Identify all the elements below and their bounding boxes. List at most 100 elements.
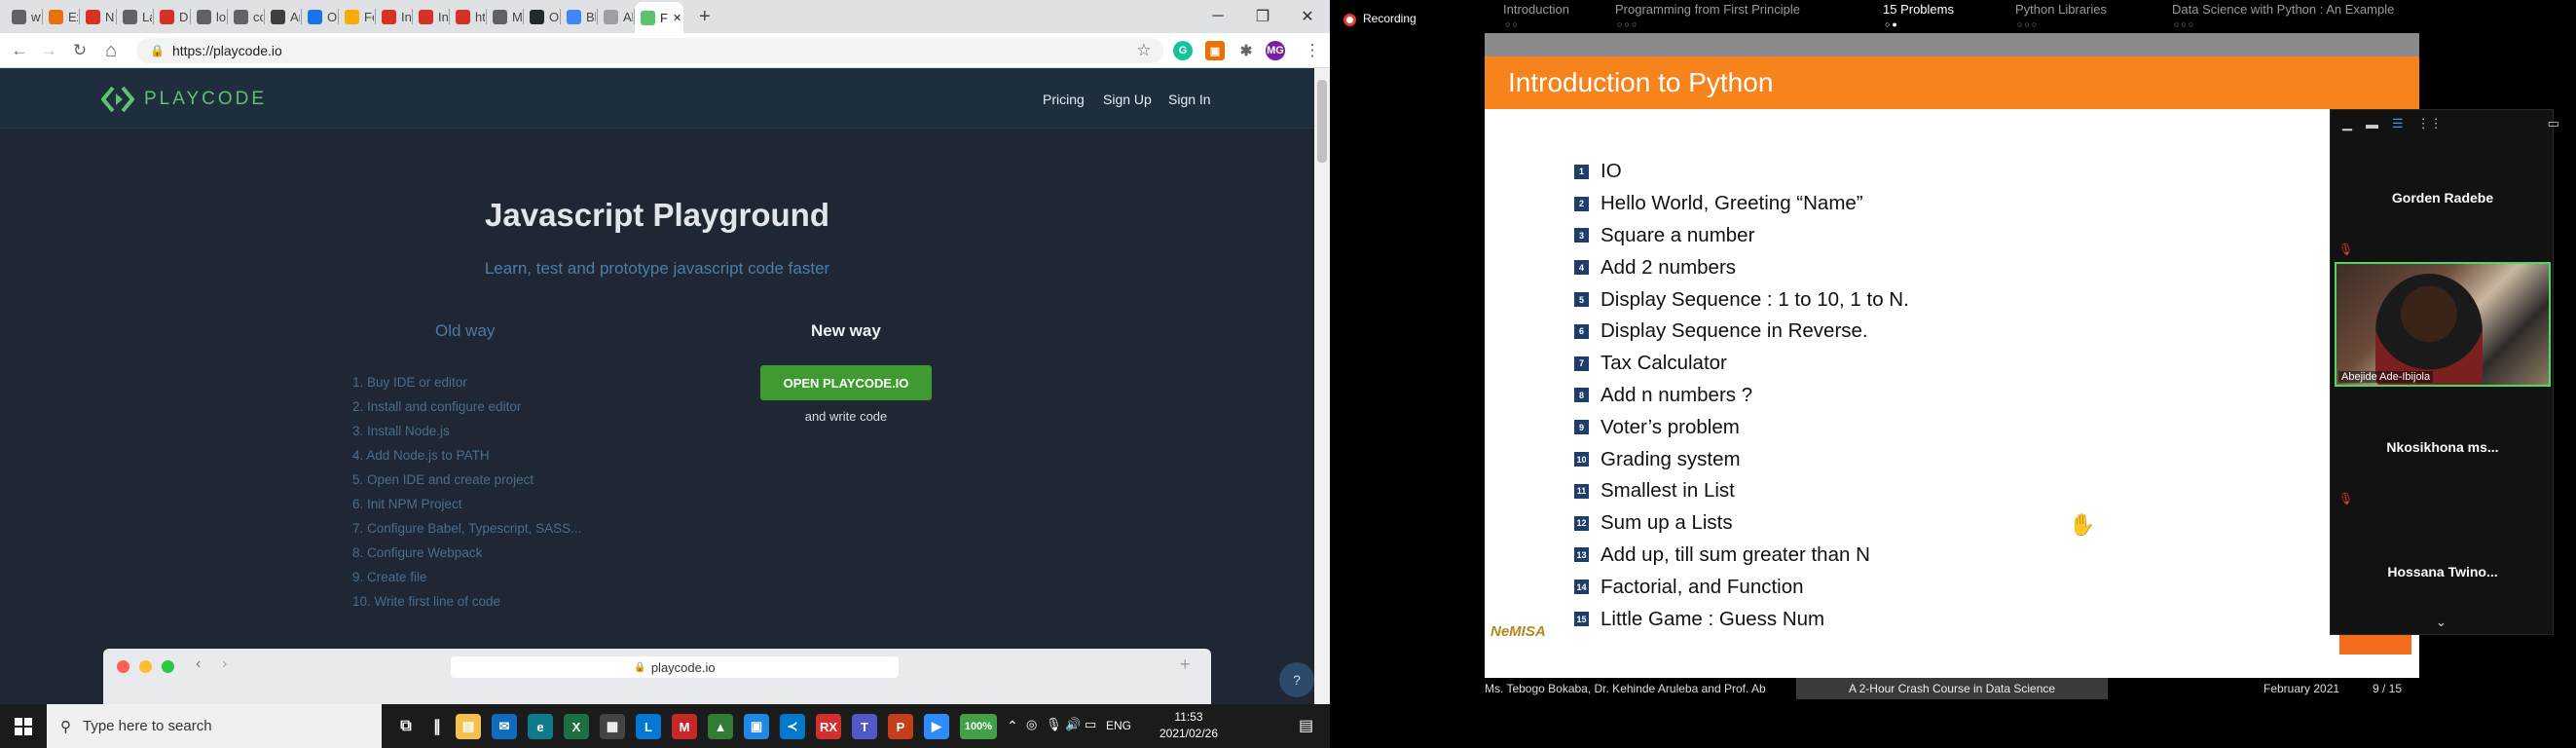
mock-close-dot — [117, 660, 129, 673]
open-playcode-button[interactable]: OPEN PLAYCODE.IO — [760, 365, 932, 400]
browser-desktop: www. Expl NEM Lau D7_ loca cod Are Ope Fou Inb Inb h… — [0, 0, 1330, 748]
tray-chevron-icon[interactable]: ⌃ — [1007, 718, 1018, 734]
microphone-icon[interactable]: 🎙 — [1046, 717, 1062, 732]
scrollbar-thumb[interactable] — [1317, 80, 1327, 163]
browser-tab[interactable]: www. — [6, 4, 41, 29]
exit-full-icon[interactable]: ▭ — [2548, 116, 2559, 131]
section-progress-dots[interactable]: ○○○ — [2017, 19, 2039, 29]
tab-favicon-icon — [234, 9, 248, 24]
profile-avatar[interactable]: MG — [1266, 41, 1285, 60]
clock-time[interactable]: 11:53 — [1155, 710, 1223, 724]
strip-view-icon[interactable]: ▬ — [2366, 117, 2378, 131]
store-icon[interactable]: ▦ — [600, 714, 625, 739]
minimize-window-button[interactable]: ─ — [1196, 0, 1240, 33]
tab-close-icon[interactable]: ✕ — [673, 12, 681, 24]
calendar-icon[interactable]: ▣ — [744, 714, 769, 739]
page-scrollbar[interactable] — [1314, 68, 1330, 704]
menu-kebab-icon[interactable]: ⋮ — [1303, 41, 1322, 60]
gallery-view-icon[interactable]: ⋮⋮ — [2417, 116, 2443, 131]
participant-name: Gorden Radebe — [2391, 190, 2494, 206]
browser-tab[interactable]: Expl — [43, 4, 78, 29]
maximize-window-button[interactable]: ❐ — [1240, 0, 1285, 33]
minimize-icon[interactable]: ▁ — [2342, 116, 2352, 131]
section-link[interactable]: Data Science with Python : An Example — [2172, 2, 2394, 17]
forward-button[interactable]: → — [39, 41, 58, 60]
nav-pricing[interactable]: Pricing — [1043, 92, 1085, 107]
network-icon[interactable]: ◎ — [1026, 717, 1037, 732]
battery-icon[interactable]: ▭ — [1085, 717, 1096, 732]
browser-tab[interactable]: Inb — [376, 4, 411, 29]
zoom-level-badge[interactable]: 100% — [960, 714, 997, 739]
problem-text: Voter’s problem — [1601, 415, 1740, 438]
bookmark-star-icon[interactable]: ☆ — [1134, 41, 1154, 60]
nemisa-logo: NeMISA — [1490, 614, 1559, 649]
gif-extension-icon[interactable]: ▣ — [1205, 41, 1225, 60]
nav-sign-in[interactable]: Sign In — [1168, 92, 1211, 107]
speaker-view-icon[interactable]: ☰ — [2392, 116, 2404, 131]
grammarly-extension-icon[interactable]: G — [1173, 41, 1193, 60]
browser-tab[interactable]: Lau — [117, 4, 152, 29]
gmail-icon[interactable]: M — [672, 714, 697, 739]
browser-tab[interactable]: cod — [228, 4, 263, 29]
new-tab-button[interactable]: + — [693, 4, 717, 29]
notifications-icon[interactable]: ▤ — [1299, 716, 1313, 735]
browser-tab[interactable]: Are — [265, 4, 300, 29]
photos-icon[interactable]: ▲ — [708, 714, 733, 739]
browser-tab[interactable]: NEM — [80, 4, 115, 29]
browser-tab[interactable]: D7_ — [154, 4, 189, 29]
scroll-down-chevron-icon[interactable]: ⌄ — [2436, 615, 2447, 630]
back-button[interactable]: ← — [10, 41, 29, 60]
problem-text: IO — [1601, 160, 1622, 183]
section-progress-dots[interactable]: ○○○ — [1617, 19, 1638, 29]
powerpoint-icon[interactable]: P — [888, 714, 913, 739]
taskbar-search[interactable]: ⚲ Type here to search — [47, 704, 382, 748]
task-view-icon[interactable]: ⧉ — [393, 714, 419, 739]
browser-tab[interactable]: Blac — [561, 4, 596, 29]
vscode-icon[interactable]: ≺ — [780, 714, 805, 739]
extensions-puzzle-icon[interactable]: ✱ — [1236, 41, 1256, 60]
start-button[interactable] — [0, 704, 47, 748]
section-progress-dots[interactable]: ○○○ — [2174, 19, 2195, 29]
browser-tab[interactable]: F ✕ — [635, 2, 683, 33]
mail-icon[interactable]: ✉ — [492, 714, 517, 739]
clock-date[interactable]: 2021/02/26 — [1155, 727, 1223, 740]
close-window-button[interactable]: ✕ — [1285, 0, 1330, 33]
section-link[interactable]: Introduction — [1503, 2, 1569, 17]
pinned-divider-icon[interactable]: ∥ — [424, 714, 450, 739]
step-item: 9. Create file — [352, 570, 427, 584]
problem-item: 11 Smallest in List — [1574, 475, 1909, 507]
playcode-logo[interactable]: PLAYCODE — [101, 86, 267, 113]
volume-icon[interactable]: 🔊 — [1065, 717, 1081, 732]
section-progress-dots[interactable]: ○○ — [1505, 19, 1520, 29]
app-l-icon[interactable]: L — [636, 714, 661, 739]
excel-icon[interactable]: X — [564, 714, 589, 739]
item-number-badge: 14 — [1574, 580, 1589, 595]
teams-icon[interactable]: T — [852, 714, 877, 739]
browser-tab[interactable]: Ope — [524, 4, 559, 29]
recording-label: Recording — [1363, 12, 1417, 25]
section-link[interactable]: Python Libraries — [2015, 2, 2107, 17]
browser-tab[interactable]: Ope — [302, 4, 337, 29]
url-bar[interactable]: 🔒 https://playcode.io — [136, 38, 1163, 63]
language-indicator[interactable]: ENG — [1106, 719, 1131, 732]
reload-button[interactable]: ↻ — [70, 41, 90, 60]
browser-tab[interactable]: Abc — [598, 4, 633, 29]
browser-tab[interactable]: loca — [191, 4, 226, 29]
browser-tab[interactable]: http — [450, 4, 485, 29]
zoom-app-icon[interactable]: ▶ — [924, 714, 949, 739]
section-link[interactable]: 15 Problems — [1883, 2, 1954, 17]
edge-icon[interactable]: e — [528, 714, 553, 739]
nav-sign-up[interactable]: Sign Up — [1103, 92, 1152, 107]
browser-tab[interactable]: Fou — [339, 4, 374, 29]
file-explorer-icon[interactable]: ▤ — [456, 714, 481, 739]
hero-title: Javascript Playground — [485, 197, 829, 233]
browser-tab[interactable]: Inb — [413, 4, 448, 29]
item-number-badge: 4 — [1574, 260, 1589, 276]
browser-tab[interactable]: Mu — [487, 4, 522, 29]
section-progress-dots[interactable]: ○● — [1885, 19, 1899, 29]
home-button[interactable]: ⌂ — [101, 40, 121, 61]
help-button[interactable]: ? — [1279, 662, 1314, 697]
section-link[interactable]: Programming from First Principle — [1615, 2, 1800, 17]
participant-video[interactable]: Abejide Ade-Ibijola — [2335, 262, 2551, 387]
rx-app-icon[interactable]: RX — [816, 714, 841, 739]
